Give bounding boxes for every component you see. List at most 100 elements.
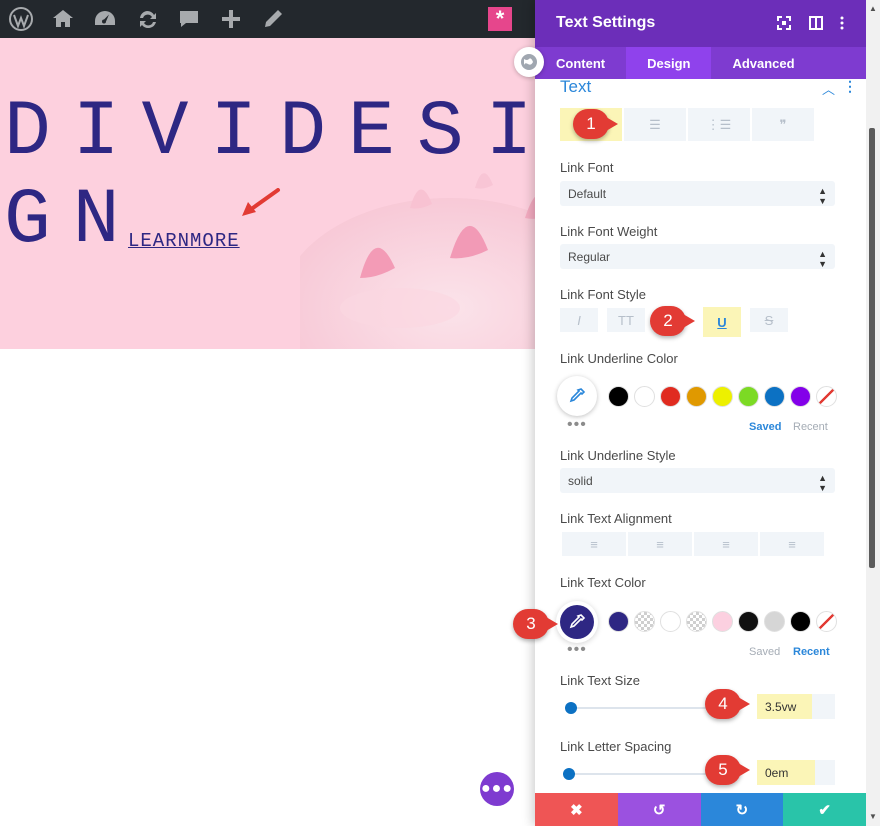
swatch-yellow[interactable] xyxy=(712,386,733,407)
panel-footer: ✖ ↺ ↻ ✔ xyxy=(535,793,866,826)
link-font-style-label: Link Font Style xyxy=(560,287,646,302)
underline-color-picker[interactable] xyxy=(557,376,597,416)
scrollbar[interactable]: ▲ ▼ xyxy=(866,0,880,826)
more-options-icon[interactable] xyxy=(833,14,851,32)
hero-heading-line-2: GN xyxy=(4,177,142,265)
save-button[interactable]: ✔ xyxy=(783,793,866,826)
ordered-list-icon: ⋮☰ xyxy=(706,116,732,132)
align-center-icon: ≡ xyxy=(656,536,664,552)
link-underline-style-select[interactable]: solid ▲ ▼ xyxy=(560,468,835,493)
redo-icon: ↻ xyxy=(735,801,749,819)
discard-button[interactable]: ✖ xyxy=(535,793,618,826)
swatch-black-2[interactable] xyxy=(790,611,811,632)
panel-tabs: Content Design Advanced xyxy=(535,47,866,79)
link-font-weight-label: Link Font Weight xyxy=(560,224,658,239)
recent-colors-tab[interactable]: Recent xyxy=(793,421,828,433)
letter-spacing-input[interactable]: 0em xyxy=(757,760,835,785)
split-view-icon[interactable] xyxy=(807,14,825,32)
align-right-button[interactable]: ≡ xyxy=(694,532,758,556)
swatch-purple[interactable] xyxy=(790,386,811,407)
eyedropper-icon xyxy=(569,614,586,629)
underline-button[interactable]: U xyxy=(703,307,741,337)
scroll-down-icon[interactable]: ▼ xyxy=(869,812,877,821)
swatch-white[interactable] xyxy=(660,611,681,632)
section-title[interactable]: Text xyxy=(560,79,591,97)
redo-button[interactable]: ↻ xyxy=(700,793,784,826)
tab-content[interactable]: Content xyxy=(535,47,626,79)
slider-handle[interactable] xyxy=(565,702,577,714)
swatch-black[interactable] xyxy=(738,611,759,632)
align-justify-button[interactable]: ≡ xyxy=(760,532,824,556)
cake-image xyxy=(300,173,535,349)
close-icon: ✖ xyxy=(570,801,583,819)
swatch-black[interactable] xyxy=(608,386,629,407)
more-dots-icon: ●●● xyxy=(481,780,513,797)
new-icon[interactable] xyxy=(218,6,244,32)
alignment-buttons: ≡ ≡ ≡ ≡ xyxy=(562,532,824,556)
more-colors-icon[interactable]: ••• xyxy=(567,641,587,659)
edit-icon[interactable] xyxy=(260,6,286,32)
link-font-weight-value: Regular xyxy=(568,250,611,264)
unordered-list-tab[interactable]: ☰ xyxy=(624,108,686,141)
swatch-white[interactable] xyxy=(634,386,655,407)
strikethrough-button[interactable]: S xyxy=(750,308,788,332)
global-module-button[interactable] xyxy=(514,47,544,77)
link-font-select[interactable]: Default ▲ ▼ xyxy=(560,181,835,206)
swatch-transparent-2[interactable] xyxy=(686,611,707,632)
no-color-icon[interactable] xyxy=(816,386,837,407)
slider-handle[interactable] xyxy=(563,768,575,780)
swatch-gray[interactable] xyxy=(764,611,785,632)
dashboard-icon[interactable] xyxy=(92,6,118,32)
ordered-list-tab[interactable]: ⋮☰ xyxy=(688,108,750,141)
text-size-value[interactable]: 3.5vw xyxy=(757,694,812,719)
callout-1: 1 xyxy=(573,109,618,139)
link-underline-color-label: Link Underline Color xyxy=(560,351,678,366)
swatch-green[interactable] xyxy=(738,386,759,407)
divi-builder-button[interactable]: * xyxy=(488,6,512,31)
globe-icon xyxy=(521,54,537,70)
italic-button[interactable]: I xyxy=(560,308,598,332)
page-settings-button[interactable]: ●●● xyxy=(480,772,514,806)
swatch-navy[interactable] xyxy=(608,611,629,632)
text-color-picker[interactable] xyxy=(560,605,594,639)
swatch-orange[interactable] xyxy=(686,386,707,407)
comments-icon[interactable] xyxy=(176,6,202,32)
undo-button[interactable]: ↺ xyxy=(617,793,701,826)
text-size-input[interactable]: 3.5vw xyxy=(757,694,835,719)
learn-more-link[interactable]: LEARNMORE xyxy=(128,230,240,252)
uppercase-button[interactable]: TT xyxy=(607,308,645,332)
more-colors-icon[interactable]: ••• xyxy=(567,416,587,434)
tab-design[interactable]: Design xyxy=(626,47,712,79)
my-sites-icon[interactable] xyxy=(50,6,76,32)
tab-advanced[interactable]: Advanced xyxy=(711,47,815,79)
letter-spacing-slider[interactable] xyxy=(563,768,708,780)
updates-icon[interactable] xyxy=(134,6,160,32)
saved-colors-tab[interactable]: Saved xyxy=(749,421,781,433)
recent-colors-tab[interactable]: Recent xyxy=(793,646,830,658)
link-font-weight-select[interactable]: Regular ▲ ▼ xyxy=(560,244,835,269)
chevron-up-icon[interactable]: ︿ xyxy=(822,79,835,98)
section-menu-icon[interactable]: ⋮ xyxy=(843,79,857,95)
align-center-button[interactable]: ≡ xyxy=(628,532,692,556)
no-color-icon[interactable] xyxy=(816,611,837,632)
align-justify-icon: ≡ xyxy=(788,536,796,552)
link-text-size-label: Link Text Size xyxy=(560,673,640,688)
quote-tab[interactable]: ❞ xyxy=(752,108,814,141)
scrollbar-thumb[interactable] xyxy=(869,128,875,568)
align-left-button[interactable]: ≡ xyxy=(562,532,626,556)
saved-colors-tab[interactable]: Saved xyxy=(749,646,780,658)
letter-spacing-value[interactable]: 0em xyxy=(757,760,815,785)
scroll-up-icon[interactable]: ▲ xyxy=(869,4,877,13)
swatch-blue[interactable] xyxy=(764,386,785,407)
admin-bar: * xyxy=(0,0,535,38)
fullscreen-icon[interactable] xyxy=(775,14,793,32)
swatch-red[interactable] xyxy=(660,386,681,407)
select-caret-icon: ▲ ▼ xyxy=(818,249,827,269)
page: * DIVIDESI GN LEARNMORE ●●● Text Setting… xyxy=(0,0,880,826)
hero-section: DIVIDESI GN LEARNMORE xyxy=(0,38,535,349)
swatch-pink[interactable] xyxy=(712,611,733,632)
wordpress-icon[interactable] xyxy=(8,6,34,32)
swatch-transparent[interactable] xyxy=(634,611,655,632)
text-size-slider[interactable] xyxy=(565,702,710,714)
link-underline-style-label: Link Underline Style xyxy=(560,448,676,463)
